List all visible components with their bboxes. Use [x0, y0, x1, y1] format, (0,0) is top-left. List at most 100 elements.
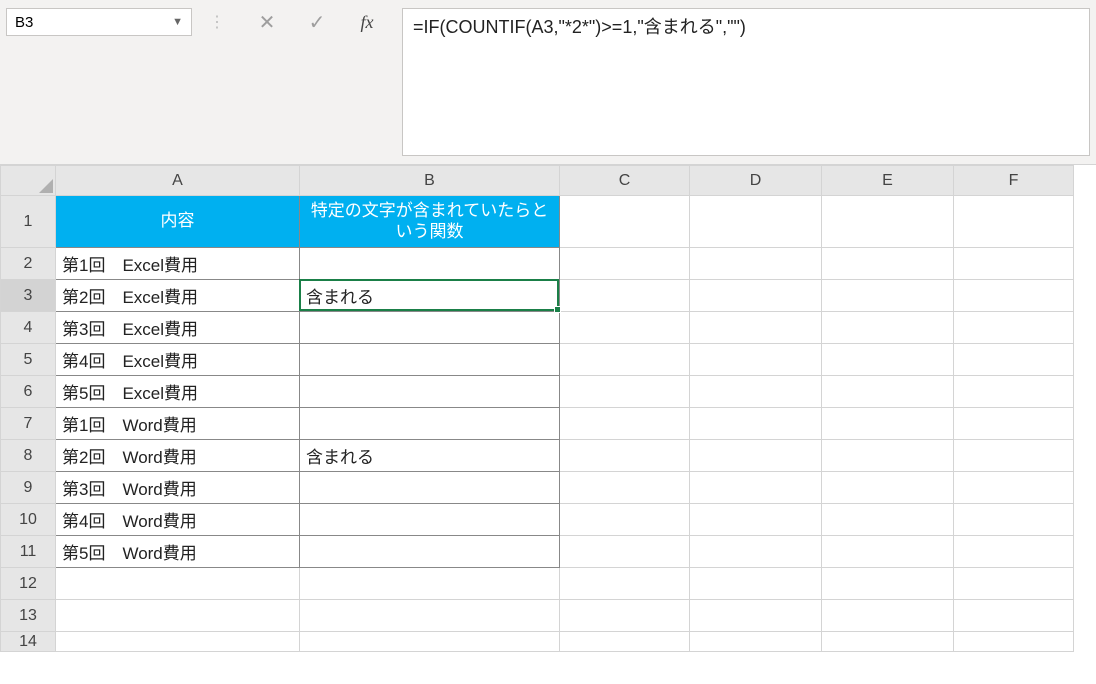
grid[interactable]: A B C D E F 1 内容 特定の文字が含まれていたらという関数 2 第1…	[0, 165, 1074, 652]
cell-D8[interactable]	[690, 440, 822, 472]
cell-D11[interactable]	[690, 536, 822, 568]
cell-F11[interactable]	[954, 536, 1074, 568]
row-head-7[interactable]: 7	[1, 408, 56, 440]
row-head-10[interactable]: 10	[1, 504, 56, 536]
cell-F9[interactable]	[954, 472, 1074, 504]
cell-F3[interactable]	[954, 280, 1074, 312]
cell-B14[interactable]	[300, 632, 560, 652]
cell-A13[interactable]	[56, 600, 300, 632]
cell-A11[interactable]: 第5回 Word費用	[56, 536, 300, 568]
row-head-1[interactable]: 1	[1, 196, 56, 248]
cell-C7[interactable]	[560, 408, 690, 440]
cell-D13[interactable]	[690, 600, 822, 632]
cell-B8[interactable]: 含まれる	[300, 440, 560, 472]
cell-E1[interactable]	[822, 196, 954, 248]
cell-B11[interactable]	[300, 536, 560, 568]
col-head-A[interactable]: A	[56, 166, 300, 196]
cell-F8[interactable]	[954, 440, 1074, 472]
cell-F2[interactable]	[954, 248, 1074, 280]
cell-E9[interactable]	[822, 472, 954, 504]
col-head-E[interactable]: E	[822, 166, 954, 196]
cell-E11[interactable]	[822, 536, 954, 568]
cell-D2[interactable]	[690, 248, 822, 280]
cell-B3[interactable]: 含まれる	[300, 280, 560, 312]
cell-E13[interactable]	[822, 600, 954, 632]
cell-C2[interactable]	[560, 248, 690, 280]
cell-E8[interactable]	[822, 440, 954, 472]
cell-A10[interactable]: 第4回 Word費用	[56, 504, 300, 536]
cell-C4[interactable]	[560, 312, 690, 344]
cell-B5[interactable]	[300, 344, 560, 376]
header-cell-A1[interactable]: 内容	[56, 196, 300, 248]
cell-C6[interactable]	[560, 376, 690, 408]
cell-E2[interactable]	[822, 248, 954, 280]
row-head-14[interactable]: 14	[1, 632, 56, 652]
col-head-F[interactable]: F	[954, 166, 1074, 196]
cell-E6[interactable]	[822, 376, 954, 408]
cell-A3[interactable]: 第2回 Excel費用	[56, 280, 300, 312]
cell-D9[interactable]	[690, 472, 822, 504]
cell-D5[interactable]	[690, 344, 822, 376]
row-head-3[interactable]: 3	[1, 280, 56, 312]
cell-B2[interactable]	[300, 248, 560, 280]
cell-A9[interactable]: 第3回 Word費用	[56, 472, 300, 504]
formula-input[interactable]: =IF(COUNTIF(A3,"*2*")>=1,"含まれる","")	[402, 8, 1090, 156]
accept-formula-icon[interactable]: ✓	[292, 8, 342, 36]
fx-icon[interactable]: fx	[342, 8, 392, 36]
cell-E12[interactable]	[822, 568, 954, 600]
name-box-dropdown-icon[interactable]: ▼	[172, 16, 183, 28]
cell-F5[interactable]	[954, 344, 1074, 376]
cell-F7[interactable]	[954, 408, 1074, 440]
row-head-12[interactable]: 12	[1, 568, 56, 600]
cell-E10[interactable]	[822, 504, 954, 536]
cell-B4[interactable]	[300, 312, 560, 344]
cell-B9[interactable]	[300, 472, 560, 504]
cell-D4[interactable]	[690, 312, 822, 344]
cell-C1[interactable]	[560, 196, 690, 248]
cell-F1[interactable]	[954, 196, 1074, 248]
cell-F14[interactable]	[954, 632, 1074, 652]
cell-C14[interactable]	[560, 632, 690, 652]
row-head-13[interactable]: 13	[1, 600, 56, 632]
cell-E5[interactable]	[822, 344, 954, 376]
cell-B6[interactable]	[300, 376, 560, 408]
cell-A14[interactable]	[56, 632, 300, 652]
select-all-corner[interactable]	[1, 166, 56, 196]
cell-A4[interactable]: 第3回 Excel費用	[56, 312, 300, 344]
cell-B13[interactable]	[300, 600, 560, 632]
cell-D14[interactable]	[690, 632, 822, 652]
cell-C13[interactable]	[560, 600, 690, 632]
header-cell-B1[interactable]: 特定の文字が含まれていたらという関数	[300, 196, 560, 248]
cell-C5[interactable]	[560, 344, 690, 376]
cell-C8[interactable]	[560, 440, 690, 472]
cancel-formula-icon[interactable]: ✕	[242, 8, 292, 36]
cell-E4[interactable]	[822, 312, 954, 344]
col-head-B[interactable]: B	[300, 166, 560, 196]
cell-D6[interactable]	[690, 376, 822, 408]
cell-C3[interactable]	[560, 280, 690, 312]
cell-A8[interactable]: 第2回 Word費用	[56, 440, 300, 472]
col-head-D[interactable]: D	[690, 166, 822, 196]
cell-B7[interactable]	[300, 408, 560, 440]
cell-A7[interactable]: 第1回 Word費用	[56, 408, 300, 440]
cell-D12[interactable]	[690, 568, 822, 600]
cell-F10[interactable]	[954, 504, 1074, 536]
row-head-11[interactable]: 11	[1, 536, 56, 568]
row-head-6[interactable]: 6	[1, 376, 56, 408]
row-head-5[interactable]: 5	[1, 344, 56, 376]
cell-A12[interactable]	[56, 568, 300, 600]
cell-F12[interactable]	[954, 568, 1074, 600]
cell-A6[interactable]: 第5回 Excel費用	[56, 376, 300, 408]
cell-C12[interactable]	[560, 568, 690, 600]
cell-C10[interactable]	[560, 504, 690, 536]
cell-D3[interactable]	[690, 280, 822, 312]
name-box[interactable]: B3 ▼	[6, 8, 192, 36]
cell-D1[interactable]	[690, 196, 822, 248]
row-head-4[interactable]: 4	[1, 312, 56, 344]
cell-B12[interactable]	[300, 568, 560, 600]
cell-E7[interactable]	[822, 408, 954, 440]
cell-B10[interactable]	[300, 504, 560, 536]
cell-D7[interactable]	[690, 408, 822, 440]
row-head-2[interactable]: 2	[1, 248, 56, 280]
cell-C11[interactable]	[560, 536, 690, 568]
